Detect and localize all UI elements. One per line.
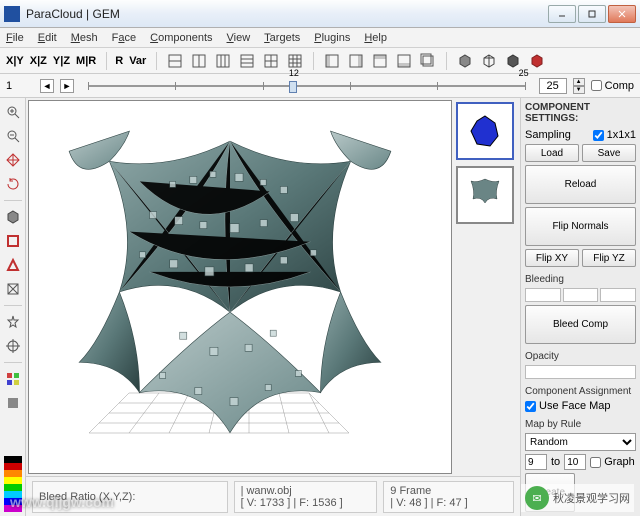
left-toolbar bbox=[0, 98, 26, 516]
next-button[interactable]: ► bbox=[60, 79, 74, 93]
component-settings-panel: COMPONENT SETTINGS: Sampling 1x1x1 Load … bbox=[520, 98, 640, 516]
bleeding-label: Bleeding bbox=[525, 274, 636, 285]
menu-edit[interactable]: Edit bbox=[38, 32, 57, 44]
opacity-label: Opacity bbox=[525, 351, 636, 362]
minimize-button[interactable] bbox=[548, 5, 576, 23]
grid1-icon[interactable] bbox=[165, 51, 185, 71]
thumbnail-column bbox=[454, 98, 520, 476]
triangle-icon[interactable] bbox=[3, 255, 23, 275]
watermark: www.qljgw.com bbox=[10, 494, 114, 510]
wechat-icon: ✉ bbox=[525, 486, 549, 510]
frame-spinner[interactable]: ▲▼ bbox=[573, 78, 585, 94]
flip-normals-button[interactable]: Flip Normals bbox=[525, 207, 636, 246]
parametric-surface bbox=[49, 111, 411, 453]
sampling-label: Sampling bbox=[525, 129, 571, 141]
status-frames: 9 Frame bbox=[390, 485, 507, 497]
rotate-icon[interactable] bbox=[3, 174, 23, 194]
axis-xy[interactable]: X|Y bbox=[6, 55, 24, 67]
grid4-icon[interactable] bbox=[237, 51, 257, 71]
titlebar: ParaCloud | GEM bbox=[0, 0, 640, 28]
load-button[interactable]: Load bbox=[525, 144, 579, 162]
axis-yz[interactable]: Y|Z bbox=[53, 55, 70, 67]
grid2-icon[interactable] bbox=[189, 51, 209, 71]
app-icon bbox=[4, 6, 20, 22]
bleeding-fields[interactable] bbox=[525, 288, 636, 302]
thumbnail-2[interactable] bbox=[456, 166, 514, 224]
grid5-icon[interactable] bbox=[261, 51, 281, 71]
single-color-icon[interactable] bbox=[3, 393, 23, 413]
close-button[interactable] bbox=[608, 5, 636, 23]
panel1-icon[interactable] bbox=[322, 51, 342, 71]
reload-button[interactable]: Reload bbox=[525, 165, 636, 204]
menu-file[interactable]: File bbox=[6, 32, 24, 44]
menu-help[interactable]: Help bbox=[364, 32, 387, 44]
panel2-icon[interactable] bbox=[346, 51, 366, 71]
pan-icon[interactable] bbox=[3, 150, 23, 170]
menu-plugins[interactable]: Plugins bbox=[314, 32, 350, 44]
cube-shaded-icon[interactable] bbox=[455, 51, 475, 71]
zoom-in-icon[interactable] bbox=[3, 102, 23, 122]
axis-mr[interactable]: M|R bbox=[76, 55, 96, 67]
axis-xz[interactable]: X|Z bbox=[30, 55, 47, 67]
comp-checkbox[interactable]: Comp bbox=[591, 80, 634, 92]
window-title: ParaCloud | GEM bbox=[26, 7, 546, 21]
3d-viewport[interactable] bbox=[28, 100, 452, 474]
cube-icon[interactable] bbox=[3, 207, 23, 227]
save-button[interactable]: Save bbox=[582, 144, 636, 162]
thumbnail-1[interactable] bbox=[456, 102, 514, 160]
frame-slider[interactable]: 12 25 bbox=[88, 78, 525, 94]
slider-max: 25 bbox=[519, 68, 529, 78]
toolbar-slider: 1 ◄ ► 12 25 ▲▼ Comp bbox=[0, 74, 640, 98]
color-grid-icon[interactable] bbox=[3, 369, 23, 389]
zoom-out-icon[interactable] bbox=[3, 126, 23, 146]
crosshatch-icon[interactable] bbox=[3, 279, 23, 299]
use-face-map-checkbox[interactable]: Use Face Map bbox=[525, 400, 636, 412]
page-number: 1 bbox=[6, 80, 34, 92]
bleed-comp-button[interactable]: Bleed Comp bbox=[525, 305, 636, 344]
frame-field[interactable] bbox=[539, 78, 567, 94]
target-icon[interactable] bbox=[3, 336, 23, 356]
panel4-icon[interactable] bbox=[394, 51, 414, 71]
select-box-icon[interactable] bbox=[3, 231, 23, 251]
maximize-button[interactable] bbox=[578, 5, 606, 23]
rule-select[interactable]: Random bbox=[525, 433, 636, 451]
status-verts: [ V: 1733 ] | F: 1536 ] bbox=[241, 497, 371, 509]
menu-face[interactable]: Face bbox=[112, 32, 136, 44]
toolbar-main: X|Y X|Z Y|Z M|R R Var bbox=[0, 48, 640, 74]
prev-button[interactable]: ◄ bbox=[40, 79, 54, 93]
cube-wire-icon[interactable] bbox=[479, 51, 499, 71]
sampling-checkbox[interactable]: 1x1x1 bbox=[593, 129, 636, 141]
star-icon[interactable] bbox=[3, 312, 23, 332]
menu-mesh[interactable]: Mesh bbox=[71, 32, 98, 44]
range-from[interactable] bbox=[525, 454, 547, 470]
flip-xy-button[interactable]: Flip XY bbox=[525, 249, 579, 267]
range-to[interactable] bbox=[564, 454, 586, 470]
status-file-r: | V: 48 ] | F: 47 ] bbox=[390, 497, 507, 509]
panel-title: COMPONENT SETTINGS: bbox=[525, 102, 636, 124]
toggle-var[interactable]: Var bbox=[129, 55, 146, 67]
menubar: File Edit Mesh Face Components View Targ… bbox=[0, 28, 640, 48]
flip-yz-button[interactable]: Flip YZ bbox=[582, 249, 636, 267]
comp-assign-label: Component Assignment bbox=[525, 386, 636, 397]
slider-value: 12 bbox=[289, 68, 299, 78]
cube-red-icon[interactable] bbox=[527, 51, 547, 71]
menu-view[interactable]: View bbox=[227, 32, 251, 44]
status-file: | wanw.obj bbox=[241, 485, 371, 497]
grid3-icon[interactable] bbox=[213, 51, 233, 71]
map-rule-label: Map by Rule bbox=[525, 419, 636, 430]
graph-checkbox[interactable]: Graph bbox=[590, 456, 635, 468]
menu-targets[interactable]: Targets bbox=[264, 32, 300, 44]
menu-components[interactable]: Components bbox=[150, 32, 212, 44]
panel3-icon[interactable] bbox=[370, 51, 390, 71]
panel5-icon[interactable] bbox=[418, 51, 438, 71]
wechat-overlay: ✉ 秋凌景观学习网 bbox=[521, 484, 634, 512]
opacity-slider[interactable] bbox=[525, 365, 636, 379]
toggle-r[interactable]: R bbox=[115, 55, 123, 67]
